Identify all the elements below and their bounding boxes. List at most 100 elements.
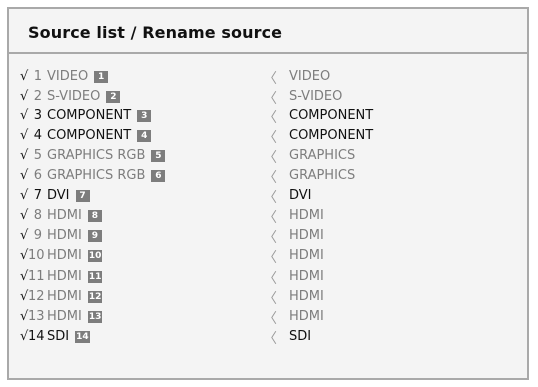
source-name-label: S-VIDEO xyxy=(47,89,101,104)
rename-field[interactable]: HDMI xyxy=(289,269,324,284)
source-name: COMPONENT 3 xyxy=(47,108,152,123)
source-number-badge: 2 xyxy=(106,91,121,103)
source-name-label: GRAPHICS RGB xyxy=(47,168,146,183)
source-name: S-VIDEO 2 xyxy=(47,89,121,104)
source-row[interactable]: √ 9 HDMI 9 〈 HDMI xyxy=(9,226,527,246)
panel-header: Source list / Rename source xyxy=(9,9,527,54)
source-list-panel: Source list / Rename source √ 1 VIDEO 1 〈 VID… xyxy=(7,7,529,380)
source-number: 9 xyxy=(33,228,42,243)
chevron-left-icon[interactable]: 〈 xyxy=(263,268,277,288)
source-name-label: HDMI xyxy=(47,248,82,263)
source-name-label: HDMI xyxy=(47,309,82,324)
source-row[interactable]: √ 4 COMPONENT 4 〈 COMPONENT xyxy=(9,126,527,146)
chevron-left-icon[interactable]: 〈 xyxy=(263,88,277,108)
chevron-left-icon[interactable]: 〈 xyxy=(263,247,277,267)
source-name-label: HDMI xyxy=(47,228,82,243)
source-name: HDMI 13 xyxy=(47,309,103,324)
chevron-left-icon[interactable]: 〈 xyxy=(263,207,277,227)
source-name-label: COMPONENT xyxy=(47,128,132,143)
source-number-badge: 1 xyxy=(94,71,109,83)
source-number-badge: 9 xyxy=(87,230,102,242)
source-number-badge: 5 xyxy=(151,150,166,162)
source-name: HDMI 11 xyxy=(47,269,103,284)
source-number-badge: 3 xyxy=(137,110,152,122)
source-name: SDI 14 xyxy=(47,329,90,344)
source-row[interactable]: √ 3 COMPONENT 3 〈 COMPONENT xyxy=(9,106,527,126)
rename-field[interactable]: GRAPHICS xyxy=(289,148,355,163)
source-number-badge: 10 xyxy=(87,250,103,262)
source-number-badge: 6 xyxy=(151,170,166,182)
source-name-label: DVI xyxy=(47,188,70,203)
page-title: Source list / Rename source xyxy=(28,23,283,42)
source-number: 12 xyxy=(28,289,45,304)
source-name: HDMI 10 xyxy=(47,248,103,263)
rename-field[interactable]: HDMI xyxy=(289,228,324,243)
source-number: 2 xyxy=(33,89,42,104)
rename-field[interactable]: HDMI xyxy=(289,208,324,223)
source-row[interactable]: √ 12 HDMI 12 〈 HDMI xyxy=(9,287,527,307)
source-name: HDMI 12 xyxy=(47,289,103,304)
source-number-badge: 8 xyxy=(87,210,102,222)
source-number: 1 xyxy=(33,69,42,84)
source-number: 3 xyxy=(33,108,42,123)
source-name-label: HDMI xyxy=(47,208,82,223)
source-row[interactable]: √ 8 HDMI 8 〈 HDMI xyxy=(9,206,527,226)
source-name: COMPONENT 4 xyxy=(47,128,152,143)
source-row[interactable]: √ 1 VIDEO 1 〈 VIDEO xyxy=(9,67,527,87)
chevron-left-icon[interactable]: 〈 xyxy=(263,68,277,88)
source-name-label: SDI xyxy=(47,329,70,344)
source-number: 4 xyxy=(33,128,42,143)
source-number: 8 xyxy=(33,208,42,223)
chevron-left-icon[interactable]: 〈 xyxy=(263,308,277,328)
chevron-left-icon[interactable]: 〈 xyxy=(263,187,277,207)
source-number: 10 xyxy=(28,248,45,263)
chevron-left-icon[interactable]: 〈 xyxy=(263,147,277,167)
source-row[interactable]: √ 2 S-VIDEO 2 〈 S-VIDEO xyxy=(9,87,527,108)
chevron-left-icon[interactable]: 〈 xyxy=(263,127,277,147)
source-number-badge: 7 xyxy=(75,190,90,202)
source-row[interactable]: √ 10 HDMI 10 〈 HDMI xyxy=(9,246,527,267)
rename-field[interactable]: VIDEO xyxy=(289,69,330,84)
source-number: 5 xyxy=(33,148,42,163)
source-name-label: COMPONENT xyxy=(47,108,132,123)
rename-field[interactable]: SDI xyxy=(289,329,311,344)
source-row[interactable]: √ 6 GRAPHICS RGB 6 〈 GRAPHICS xyxy=(9,166,527,186)
source-number-badge: 13 xyxy=(87,311,103,323)
source-name: VIDEO 1 xyxy=(47,69,109,84)
source-number: 13 xyxy=(28,309,45,324)
rename-field[interactable]: HDMI xyxy=(289,309,324,324)
source-row[interactable]: √ 14 SDI 14 〈 SDI xyxy=(9,327,527,347)
rename-field[interactable]: DVI xyxy=(289,188,312,203)
source-name-label: VIDEO xyxy=(47,69,89,84)
source-name: GRAPHICS RGB 6 xyxy=(47,168,166,183)
source-name: HDMI 8 xyxy=(47,208,102,223)
source-name: HDMI 9 xyxy=(47,228,102,243)
source-number-badge: 4 xyxy=(137,130,152,142)
chevron-left-icon[interactable]: 〈 xyxy=(263,227,277,247)
source-number-badge: 12 xyxy=(87,291,103,303)
source-row[interactable]: √ 11 HDMI 11 〈 HDMI xyxy=(9,267,527,287)
chevron-left-icon[interactable]: 〈 xyxy=(263,107,277,127)
source-number-badge: 14 xyxy=(75,331,90,343)
chevron-left-icon[interactable]: 〈 xyxy=(263,328,277,348)
rename-field[interactable]: COMPONENT xyxy=(289,108,373,123)
source-row[interactable]: √ 5 GRAPHICS RGB 5 〈 GRAPHICS xyxy=(9,146,527,166)
source-list: √ 1 VIDEO 1 〈 VIDEO √ 2 S-VIDEO 2 〈 S-VIDEO √ 3 COMPON… xyxy=(9,67,527,347)
rename-field[interactable]: S-VIDEO xyxy=(289,89,342,104)
chevron-left-icon[interactable]: 〈 xyxy=(263,167,277,187)
source-number: 14 xyxy=(28,329,45,344)
source-number: 6 xyxy=(33,168,42,183)
source-name-label: HDMI xyxy=(47,289,82,304)
rename-field[interactable]: HDMI xyxy=(289,248,324,263)
rename-field[interactable]: HDMI xyxy=(289,289,324,304)
source-row[interactable]: √ 13 HDMI 13 〈 HDMI xyxy=(9,307,527,327)
source-row[interactable]: √ 7 DVI 7 〈 DVI xyxy=(9,186,527,206)
source-number: 11 xyxy=(28,269,45,284)
source-name: DVI 7 xyxy=(47,188,90,203)
source-name-label: GRAPHICS RGB xyxy=(47,148,146,163)
rename-field[interactable]: GRAPHICS xyxy=(289,168,355,183)
rename-field[interactable]: COMPONENT xyxy=(289,128,373,143)
chevron-left-icon[interactable]: 〈 xyxy=(263,288,277,308)
source-name-label: HDMI xyxy=(47,269,82,284)
source-number: 7 xyxy=(33,188,42,203)
